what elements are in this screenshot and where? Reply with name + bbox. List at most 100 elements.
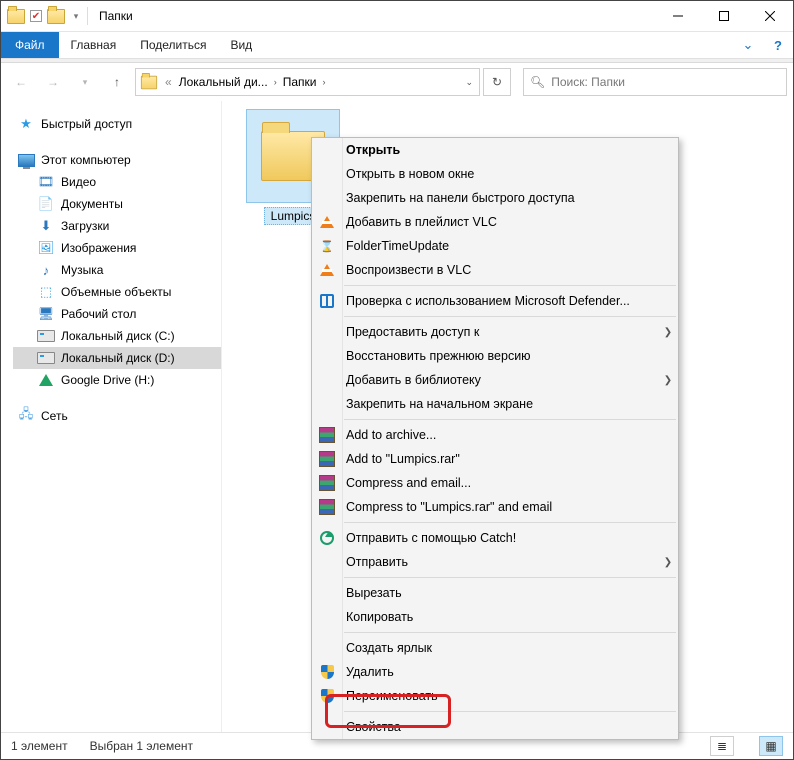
tree-network[interactable]: 🖧Сеть [13, 405, 221, 427]
qat-checkbox-icon[interactable]: ✔ [27, 7, 45, 25]
maximize-button[interactable] [701, 1, 747, 31]
tree-label: Локальный диск (D:) [61, 351, 175, 365]
tab-share[interactable]: Поделиться [128, 32, 218, 58]
qat-folder-icon[interactable] [47, 7, 65, 25]
tree-this-pc[interactable]: Этот компьютер [13, 149, 221, 171]
ctx-defender[interactable]: Проверка с использованием Microsoft Defe… [312, 289, 678, 313]
tab-home[interactable]: Главная [59, 32, 129, 58]
defender-icon [320, 294, 334, 308]
shield-icon [321, 689, 334, 703]
chevron-right-icon[interactable]: › [272, 77, 279, 87]
ctx-open-new-window[interactable]: Открыть в новом окне [312, 162, 678, 186]
tab-file[interactable]: Файл [1, 32, 59, 58]
tab-view[interactable]: Вид [218, 32, 264, 58]
ctx-access[interactable]: Предоставить доступ к❯ [312, 320, 678, 344]
chevron-right-icon[interactable]: › [320, 77, 327, 87]
tree-label: Музыка [61, 263, 103, 277]
ctx-delete[interactable]: Удалить [312, 660, 678, 684]
minimize-button[interactable] [655, 1, 701, 31]
search-icon: 🔍︎ [530, 75, 545, 89]
tree-label: Объемные объекты [61, 285, 171, 299]
breadcrumb-drive[interactable]: Локальный ди... [179, 75, 268, 89]
tree-video[interactable]: 🎞 Видео [13, 171, 221, 193]
ctx-shortcut[interactable]: Создать ярлык [312, 636, 678, 660]
ctx-open[interactable]: Открыть [312, 138, 678, 162]
monitor-icon [17, 152, 35, 168]
nav-up-button[interactable]: ↑ [103, 68, 131, 96]
nav-back-button[interactable]: ← [7, 68, 35, 96]
breadcrumb-folder[interactable]: Папки [283, 75, 317, 89]
star-icon: ★ [17, 116, 35, 132]
view-icons-button[interactable]: ▦ [759, 736, 783, 756]
tree-documents[interactable]: 📄Документы [13, 193, 221, 215]
tree-label: Быстрый доступ [41, 117, 132, 131]
ctx-rar-email-named[interactable]: Compress to "Lumpics.rar" and email [312, 495, 678, 519]
tree-drive-c[interactable]: Локальный диск (C:) [13, 325, 221, 347]
ctx-vlc-play[interactable]: Воспроизвести в VLC [312, 258, 678, 282]
chevron-right-icon: ❯ [658, 375, 678, 386]
winrar-icon [319, 475, 335, 491]
help-icon[interactable]: ? [763, 32, 793, 58]
winrar-icon [319, 427, 335, 443]
tree-images[interactable]: 🖼Изображения [13, 237, 221, 259]
search-input[interactable]: 🔍︎ Поиск: Папки [523, 68, 787, 96]
tree-3d[interactable]: ⬚Объемные объекты [13, 281, 221, 303]
tree-label: Локальный диск (C:) [61, 329, 175, 343]
refresh-button[interactable]: ↻ [483, 68, 511, 96]
shield-icon [321, 665, 334, 679]
tree-label: Видео [61, 175, 96, 189]
ctx-cut[interactable]: Вырезать [312, 581, 678, 605]
downloads-icon: ⬇ [37, 218, 55, 234]
ctx-rar-add[interactable]: Add to archive... [312, 423, 678, 447]
status-count: 1 элемент [11, 739, 68, 753]
breadcrumb-overflow[interactable]: « [162, 75, 175, 89]
tree-quick-access[interactable]: ★ Быстрый доступ [13, 113, 221, 135]
documents-icon: 📄 [37, 196, 55, 212]
address-bar[interactable]: « Локальный ди... › Папки › ⌄ [135, 68, 480, 96]
gdrive-icon [37, 372, 55, 388]
vlc-icon [320, 264, 334, 276]
ctx-properties[interactable]: Свойства [312, 715, 678, 739]
address-history-dropdown[interactable]: ⌄ [463, 77, 475, 88]
tree-music[interactable]: ♪ Музыка [13, 259, 221, 281]
ctx-pin-quick[interactable]: Закрепить на панели быстрого доступа [312, 186, 678, 210]
tree-label: Изображения [61, 241, 136, 255]
ctx-rename[interactable]: Переименовать [312, 684, 678, 708]
ctx-vlc-add[interactable]: Добавить в плейлист VLC [312, 210, 678, 234]
music-icon: ♪ [37, 262, 55, 278]
ctx-library[interactable]: Добавить в библиотеку❯ [312, 368, 678, 392]
vlc-icon [320, 216, 334, 228]
qat-dropdown-icon[interactable]: ▾ [67, 7, 85, 25]
tree-drive-d[interactable]: Локальный диск (D:) [13, 347, 221, 369]
ctx-rar-add-named[interactable]: Add to "Lumpics.rar" [312, 447, 678, 471]
ctx-copy[interactable]: Копировать [312, 605, 678, 629]
close-button[interactable] [747, 1, 793, 31]
ctx-send[interactable]: Отправить❯ [312, 550, 678, 574]
navigation-tree: ★ Быстрый доступ Этот компьютер 🎞 Видео 📄Д… [1, 101, 222, 732]
tree-label: Сеть [41, 409, 68, 423]
chevron-right-icon: ❯ [658, 327, 678, 338]
tree-label: Этот компьютер [41, 153, 131, 167]
status-selection: Выбран 1 элемент [90, 739, 193, 753]
ftu-icon: ⌛ [320, 240, 334, 253]
nav-recent-dropdown[interactable]: ▾ [71, 68, 99, 96]
catch-icon [320, 531, 334, 545]
video-icon: 🎞 [37, 174, 55, 190]
desktop-icon: 🖥 [37, 306, 55, 322]
tree-desktop[interactable]: 🖥 Рабочий стол [13, 303, 221, 325]
ctx-catch[interactable]: Отправить с помощью Catch! [312, 526, 678, 550]
context-menu: Открыть Открыть в новом окне Закрепить н… [311, 137, 679, 740]
ctx-restore[interactable]: Восстановить прежнюю версию [312, 344, 678, 368]
ribbon-expand-icon[interactable]: ⌄ [733, 32, 763, 58]
address-folder-icon [141, 75, 157, 89]
winrar-icon [319, 499, 335, 515]
tree-label: Рабочий стол [61, 307, 136, 321]
ctx-ftu[interactable]: ⌛FolderTimeUpdate [312, 234, 678, 258]
ctx-pin-start[interactable]: Закрепить на начальном экране [312, 392, 678, 416]
tree-downloads[interactable]: ⬇Загрузки [13, 215, 221, 237]
view-details-button[interactable]: ≣ [710, 736, 734, 756]
nav-forward-button[interactable]: → [39, 68, 67, 96]
tree-google-drive[interactable]: Google Drive (H:) [13, 369, 221, 391]
ctx-rar-email[interactable]: Compress and email... [312, 471, 678, 495]
title-bar: ✔ ▾ Папки [1, 1, 793, 32]
